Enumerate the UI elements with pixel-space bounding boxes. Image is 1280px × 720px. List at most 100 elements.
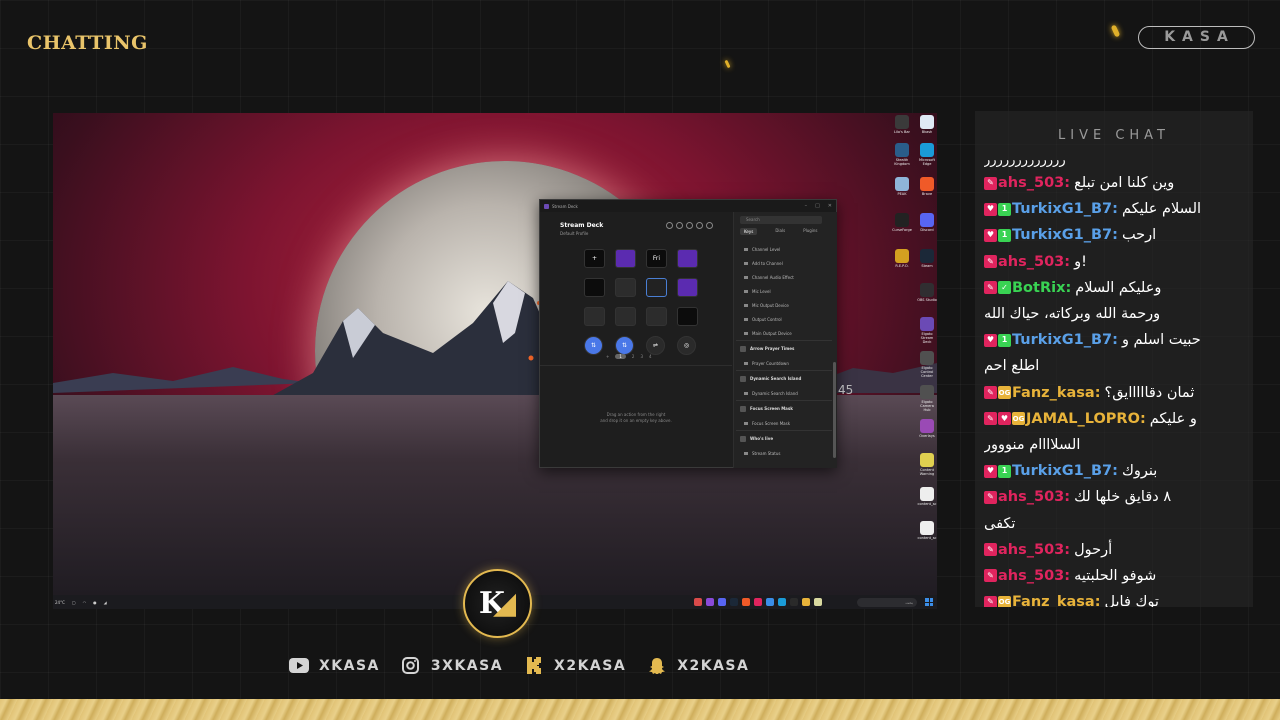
desktop-shortcut[interactable]: Elgato Control Center <box>917 351 937 378</box>
windows-start-icon[interactable] <box>925 598 933 606</box>
action-search-input[interactable]: Search <box>740 216 822 224</box>
bell-icon[interactable] <box>666 222 673 229</box>
social-link[interactable]: X2KASA <box>523 656 626 675</box>
action-item[interactable]: Channel Audio Effect <box>736 270 832 284</box>
chat-username[interactable]: JAMAL_LOPRO: <box>1026 406 1146 432</box>
action-item[interactable]: Prayer Countdown <box>736 356 832 370</box>
chat-username[interactable]: TurkixG1_B7: <box>1012 327 1118 353</box>
action-item[interactable]: Channel Level <box>736 242 832 256</box>
desktop-shortcut[interactable]: Lilo's Bar <box>892 115 912 134</box>
store-icon[interactable] <box>686 222 693 229</box>
desktop-shortcut[interactable]: content_sc <box>917 521 937 540</box>
device-selector[interactable]: Stream Deck <box>560 222 603 229</box>
mic-icon[interactable]: ● <box>93 600 97 605</box>
steam-taskbar-icon[interactable] <box>730 598 738 606</box>
add-page-icon[interactable]: + <box>606 354 609 359</box>
edge-taskbar-icon[interactable] <box>778 598 786 606</box>
chat-username[interactable]: BotRix: <box>1012 275 1071 301</box>
desktop-shortcut[interactable]: Overlays <box>917 419 937 438</box>
chat-username[interactable]: ahs_503: <box>998 170 1070 196</box>
action-item[interactable]: Mic Level <box>736 284 832 298</box>
deck-key[interactable] <box>584 278 605 297</box>
deck-key[interactable]: ◎ <box>677 336 696 355</box>
file-explorer-taskbar-icon[interactable] <box>802 598 810 606</box>
wifi-icon[interactable]: ◠ <box>83 600 87 605</box>
chat-username[interactable]: TurkixG1_B7: <box>1012 458 1118 484</box>
deck-key[interactable] <box>677 249 698 268</box>
desktop-shortcut[interactable]: Content Warning <box>917 453 937 476</box>
taskbar-app-icon[interactable] <box>706 598 714 606</box>
speaker-icon[interactable]: ◢ <box>104 600 107 605</box>
desktop-shortcut[interactable]: Elgato Camera Hub <box>917 385 937 412</box>
desktop-shortcut[interactable]: CurseForge <box>892 213 912 232</box>
terminal-taskbar-icon[interactable] <box>790 598 798 606</box>
minimize-button[interactable]: – <box>805 203 808 209</box>
chat-username[interactable]: ahs_503: <box>998 484 1070 510</box>
action-category[interactable]: Who's live <box>736 430 832 446</box>
chat-username[interactable]: TurkixG1_B7: <box>1012 196 1118 222</box>
social-link[interactable]: XKASA <box>288 656 380 675</box>
discord-taskbar-icon[interactable] <box>718 598 726 606</box>
action-category[interactable]: Focus Screen Mask <box>736 400 832 416</box>
action-item[interactable]: Main Output Device <box>736 326 832 340</box>
page-button[interactable]: 3 <box>640 354 643 359</box>
deck-key[interactable] <box>615 278 636 297</box>
action-item[interactable]: Mic Output Device <box>736 298 832 312</box>
settings-icon[interactable] <box>696 222 703 229</box>
taskbar-search[interactable]: بحث <box>857 597 917 607</box>
chat-username[interactable]: Fanz_kasa: <box>1012 589 1101 607</box>
page-button[interactable]: 2 <box>632 354 635 359</box>
deck-key[interactable] <box>677 307 698 326</box>
actions-scrollbar[interactable] <box>833 362 836 458</box>
desktop-shortcut[interactable]: Stealth Kingdom <box>892 143 912 166</box>
desktop-shortcut[interactable]: Microsoft Edge <box>917 143 937 166</box>
chat-username[interactable]: ahs_503: <box>998 563 1070 589</box>
actions-tab[interactable]: Dials <box>775 228 785 235</box>
desktop-shortcut[interactable]: content_sc <box>917 487 937 506</box>
action-item[interactable]: Dynamic Search Island <box>736 386 832 400</box>
chat-username[interactable]: ahs_503: <box>998 537 1070 563</box>
taskbar-app-icon[interactable] <box>814 598 822 606</box>
chat-username[interactable]: ahs_503: <box>998 249 1070 275</box>
actions-tab[interactable]: Plugins <box>803 228 817 235</box>
chat-username[interactable]: TurkixG1_B7: <box>1012 222 1118 248</box>
deck-key[interactable]: ⇅ <box>584 336 603 355</box>
page-button[interactable]: 4 <box>649 354 652 359</box>
desktop-shortcut[interactable]: R.E.P.O. <box>892 249 912 268</box>
deck-key[interactable] <box>615 249 636 268</box>
taskbar-app-icon[interactable] <box>754 598 762 606</box>
brave-taskbar-icon[interactable] <box>742 598 750 606</box>
desktop-shortcut[interactable]: Elgato Stream Deck <box>917 317 937 344</box>
action-item[interactable]: Add to Channel <box>736 256 832 270</box>
notification-icon[interactable]: ▢ <box>72 600 76 605</box>
deck-key[interactable] <box>584 307 605 326</box>
deck-key[interactable] <box>677 278 698 297</box>
close-button[interactable]: ✕ <box>828 203 832 209</box>
action-category[interactable]: Arrow Prayer Times <box>736 340 832 356</box>
deck-key[interactable]: + <box>584 249 605 268</box>
action-category[interactable]: Dynamic Search Island <box>736 370 832 386</box>
action-item[interactable]: Output Control <box>736 312 832 326</box>
deck-key[interactable]: ⇌ <box>646 336 665 355</box>
deck-key[interactable] <box>615 307 636 326</box>
social-link[interactable]: X2KASA <box>646 656 749 675</box>
drop-zone[interactable]: Drag an action from the right and drop i… <box>540 365 732 468</box>
action-item[interactable]: Focus Screen Mask <box>736 416 832 430</box>
deck-key[interactable]: ⇅ <box>615 336 634 355</box>
desktop-shortcut[interactable]: Discord <box>917 213 937 232</box>
help-icon[interactable] <box>676 222 683 229</box>
taskbar-app-icon[interactable] <box>694 598 702 606</box>
chat-username[interactable]: Fanz_kasa: <box>1012 380 1101 406</box>
action-item[interactable]: Stream Status <box>736 446 832 460</box>
desktop-shortcut[interactable]: PEAK <box>892 177 912 196</box>
deck-key[interactable] <box>646 307 667 326</box>
weather-widget[interactable]: 24°C <box>55 600 65 605</box>
deck-key[interactable]: Fri <box>646 249 667 268</box>
social-link[interactable]: 3XKASA <box>400 656 503 675</box>
profile-selector[interactable]: Default Profile <box>560 231 588 236</box>
page-button[interactable]: 1 <box>615 354 626 359</box>
account-icon[interactable] <box>706 222 713 229</box>
taskbar-app-icon[interactable] <box>766 598 774 606</box>
maximize-button[interactable]: □ <box>815 203 820 209</box>
actions-tab[interactable]: Keys <box>740 228 758 235</box>
